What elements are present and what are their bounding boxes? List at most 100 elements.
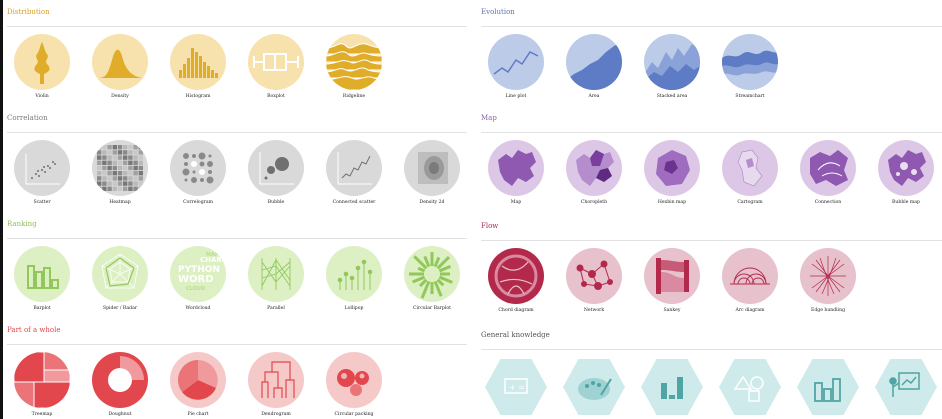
heatmap-cell bbox=[107, 150, 112, 155]
bubble-icon bbox=[248, 140, 304, 196]
heatmap-cell bbox=[123, 155, 128, 160]
heatmap-cell bbox=[112, 176, 117, 181]
chart-label: Bubble bbox=[267, 200, 285, 205]
heatmap-cell bbox=[128, 150, 133, 155]
chart-label: Parallel bbox=[267, 306, 285, 311]
circular-barplot-icon bbox=[404, 246, 460, 302]
heatmap-cell bbox=[112, 181, 117, 186]
map-icon bbox=[488, 140, 544, 196]
section-title-distribution: Distribution bbox=[7, 8, 50, 16]
heatmap-cell bbox=[128, 165, 133, 171]
heatmap-cell bbox=[97, 186, 102, 191]
heatmap-cell bbox=[107, 186, 112, 191]
chart-label: Wordcloud bbox=[185, 306, 211, 311]
chart-label: Histogram bbox=[185, 94, 211, 99]
scatter-icon bbox=[14, 140, 70, 196]
streamchart-icon bbox=[722, 34, 778, 90]
heatmap-cell bbox=[138, 160, 143, 165]
heatmap-cell bbox=[133, 145, 138, 150]
line-plot-icon bbox=[488, 34, 544, 90]
bar-chart-icon bbox=[641, 359, 703, 415]
heatmap-cell bbox=[102, 181, 107, 186]
chart-label: Arc diagram bbox=[735, 308, 765, 313]
heatmap-cell bbox=[133, 176, 138, 181]
circular-bar bbox=[418, 278, 428, 288]
bubble-map-icon bbox=[878, 140, 934, 196]
boxplot-icon bbox=[248, 34, 304, 90]
section-title-map: Map bbox=[481, 114, 497, 122]
chart-label: Choropleth bbox=[580, 200, 608, 205]
heatmap-cell bbox=[138, 150, 143, 155]
chart-label: Pie chart bbox=[187, 412, 209, 417]
circular-bar bbox=[417, 266, 426, 273]
heatmap-cell bbox=[102, 150, 107, 155]
heatmap-cell bbox=[112, 171, 117, 176]
heatmap-cell bbox=[102, 145, 107, 150]
section-divider bbox=[7, 132, 467, 133]
section-title-flow: Flow bbox=[481, 222, 499, 230]
doughnut-icon bbox=[92, 352, 148, 408]
treemap-icon bbox=[14, 352, 70, 408]
section-title-general-knowledge: General knowledge bbox=[481, 331, 550, 339]
wordcloud-word: WORD bbox=[178, 274, 214, 285]
choropleth-icon bbox=[566, 140, 622, 196]
connected-scatter-icon bbox=[326, 140, 382, 196]
heatmap-cell bbox=[138, 186, 143, 191]
heatmap-cell bbox=[102, 160, 107, 165]
chart-label: Connection bbox=[814, 200, 842, 205]
section-title-correlation: Correlation bbox=[7, 114, 48, 122]
network-icon bbox=[566, 248, 622, 304]
heatmap-cell bbox=[117, 160, 123, 165]
heatmap-cell bbox=[107, 165, 112, 171]
heatmap-cell bbox=[117, 145, 123, 150]
sankey-icon bbox=[644, 248, 700, 304]
heatmap-cell bbox=[97, 165, 102, 171]
heatmap-cell bbox=[133, 171, 138, 176]
chart-label: Circular packing bbox=[334, 412, 374, 417]
heatmap-cell bbox=[138, 171, 143, 176]
heatmap-cell bbox=[133, 155, 138, 160]
chart-label: Dendrogram bbox=[261, 412, 291, 417]
chart-label: Hexbin map bbox=[657, 200, 687, 205]
heatmap-cell bbox=[102, 176, 107, 181]
correlogram-icon bbox=[170, 140, 226, 196]
chart-label: Cartogram bbox=[737, 200, 763, 205]
section-divider bbox=[481, 349, 942, 350]
histogram-icon bbox=[170, 34, 226, 90]
circular-bar bbox=[433, 256, 441, 268]
svg-text:+ =: + = bbox=[509, 383, 525, 392]
area-icon bbox=[566, 34, 622, 90]
chart-label: Chord diagram bbox=[498, 308, 534, 313]
section-title-part-of-whole: Part of a whole bbox=[7, 326, 61, 334]
heatmap-cell bbox=[117, 186, 123, 191]
heatmap-cell bbox=[97, 155, 102, 160]
chart-label: Barplot bbox=[33, 306, 51, 311]
chart-label: Circular Barplot bbox=[413, 306, 451, 311]
chart-label: Lollipop bbox=[344, 306, 364, 311]
heatmap-cell bbox=[133, 160, 138, 165]
pie-chart-icon bbox=[170, 352, 226, 408]
cartogram-icon bbox=[722, 140, 778, 196]
spider-radar-icon bbox=[92, 246, 148, 302]
heatmap-cell bbox=[117, 176, 123, 181]
heatmap-cell bbox=[128, 176, 133, 181]
heatmap-cell bbox=[128, 186, 133, 191]
heatmap-cell bbox=[107, 171, 112, 176]
chart-label: Spider / Radar bbox=[102, 306, 138, 311]
lollipop-icon bbox=[326, 246, 382, 302]
heatmap-cell bbox=[138, 145, 143, 150]
heatmap-cell bbox=[112, 186, 117, 191]
chart-label: Density bbox=[111, 94, 129, 99]
heatmap-cell bbox=[97, 181, 102, 186]
section-divider bbox=[481, 240, 942, 241]
chart-label: Scatter bbox=[33, 200, 51, 205]
heatmap-cell bbox=[123, 176, 128, 181]
heatmap-cell bbox=[123, 150, 128, 155]
shapes-icon bbox=[719, 359, 781, 415]
arc-diagram-icon bbox=[722, 248, 778, 304]
wordcloud-icon: PYTHON WORD CHAR MAP CLOUD bbox=[170, 246, 226, 302]
heatmap-cell bbox=[102, 171, 107, 176]
heatmap-cell bbox=[102, 165, 107, 171]
heatmap-cell bbox=[128, 181, 133, 186]
heatmap-cell bbox=[117, 181, 123, 186]
